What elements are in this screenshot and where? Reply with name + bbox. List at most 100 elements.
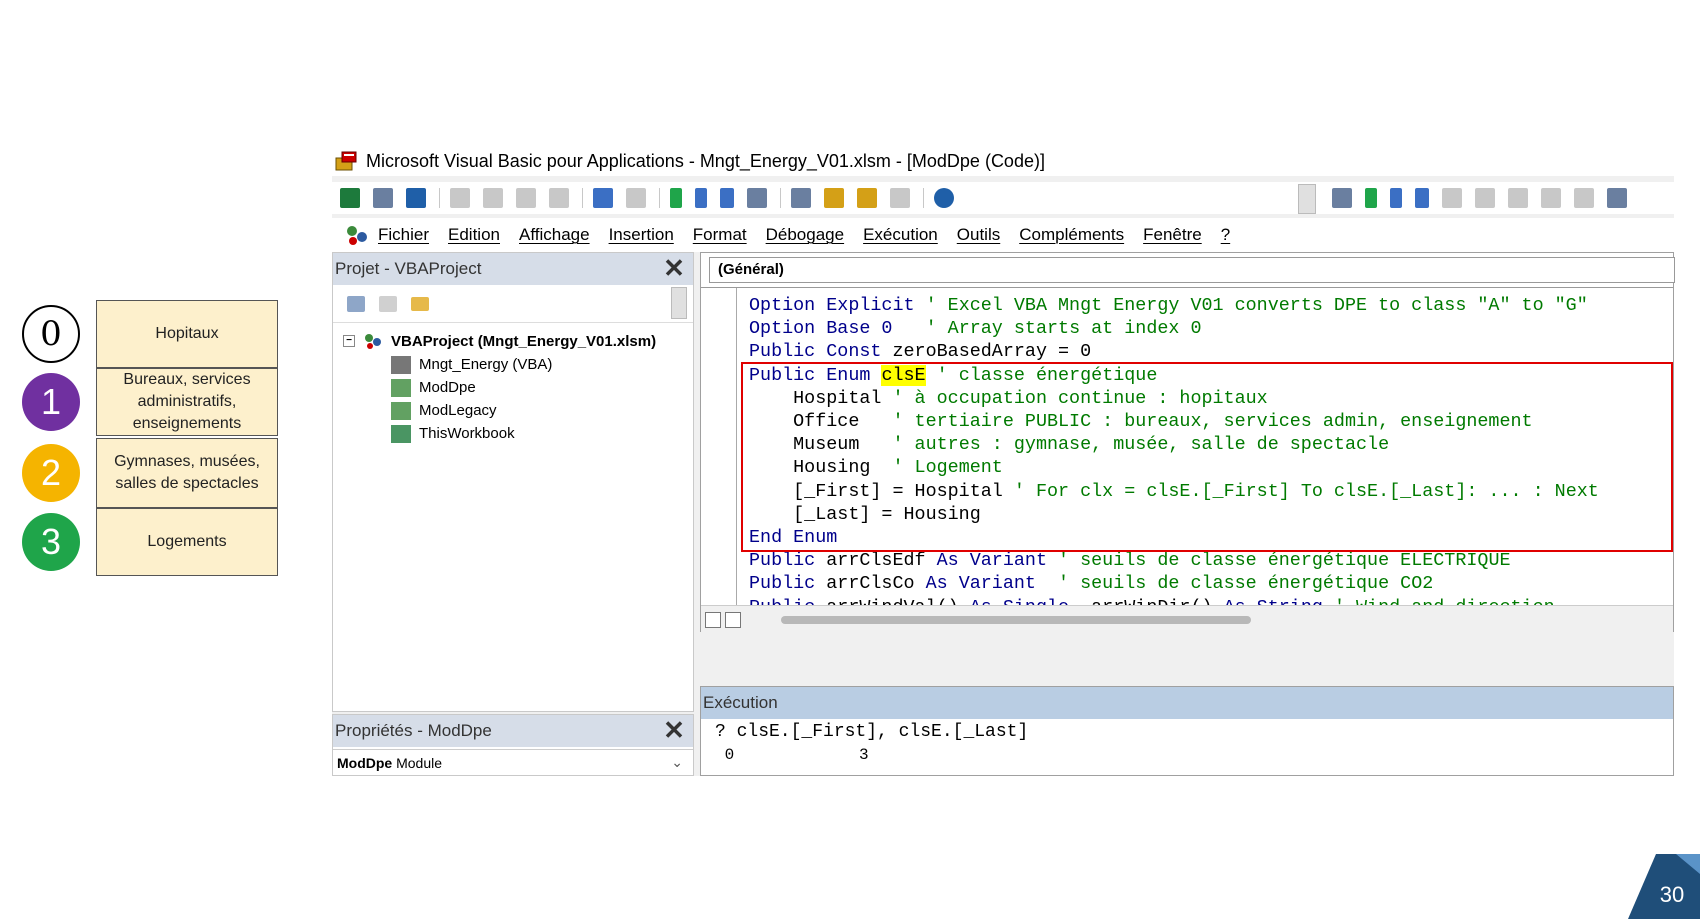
code-token: ' Excel VBA Mngt Energy V01 converts DPE… bbox=[914, 295, 1588, 316]
tree-item-label: Mngt_Energy (VBA) bbox=[419, 356, 553, 373]
step-out-icon[interactable] bbox=[1541, 188, 1561, 208]
menu-item-4[interactable]: Format bbox=[693, 225, 747, 245]
menu-item-1[interactable]: Edition bbox=[448, 225, 500, 245]
menu-item-5[interactable]: Débogage bbox=[766, 225, 844, 245]
vba-menu-icon[interactable] bbox=[344, 223, 370, 247]
run-icon-2[interactable] bbox=[1365, 188, 1377, 208]
menu-item-7[interactable]: Outils bbox=[957, 225, 1000, 245]
toolbox-icon[interactable] bbox=[890, 188, 910, 208]
vba-app-icon bbox=[335, 151, 357, 171]
design-mode-icon[interactable] bbox=[747, 188, 767, 208]
code-token: Public bbox=[749, 597, 815, 605]
code-token: As String bbox=[1224, 597, 1323, 605]
code-token: zeroBasedArray = 0 bbox=[881, 341, 1092, 363]
window-title: Microsoft Visual Basic pour Applications… bbox=[366, 150, 1045, 171]
tree-item-label: ThisWorkbook bbox=[419, 425, 515, 442]
paste-icon[interactable] bbox=[516, 188, 536, 208]
view-object-icon[interactable] bbox=[379, 295, 397, 312]
object-browser-icon[interactable] bbox=[857, 188, 877, 208]
code-line[interactable]: Option Explicit ' Excel VBA Mngt Energy … bbox=[749, 294, 1599, 317]
step-over-icon[interactable] bbox=[1508, 188, 1528, 208]
cut-icon[interactable] bbox=[450, 188, 470, 208]
menu-item-8[interactable]: Compléments bbox=[1019, 225, 1124, 245]
toggle-breakpoint-icon[interactable] bbox=[1442, 188, 1462, 208]
code-token: arrClsCo bbox=[815, 573, 926, 595]
run-icon[interactable] bbox=[670, 188, 682, 208]
menu-item-10[interactable]: ? bbox=[1221, 225, 1230, 245]
scrollbar-thumb[interactable] bbox=[781, 616, 1251, 624]
legend-number-0: 0 bbox=[22, 305, 80, 363]
code-line[interactable]: Option Base 0 ' Array starts at index 0 bbox=[749, 317, 1599, 340]
slide-number: 30 bbox=[1660, 882, 1684, 907]
copy-icon[interactable] bbox=[483, 188, 503, 208]
properties-title: Propriétés - ModDpe bbox=[335, 721, 492, 740]
code-line[interactable]: Public Const zeroBasedArray = 0 bbox=[749, 340, 1599, 363]
view-code-icon[interactable] bbox=[347, 295, 365, 312]
menu-item-6[interactable]: Exécution bbox=[863, 225, 938, 245]
horizontal-scrollbar[interactable] bbox=[701, 605, 1673, 633]
break-icon[interactable] bbox=[695, 188, 707, 208]
view-excel-icon[interactable] bbox=[340, 188, 360, 208]
object-type: Module bbox=[396, 754, 443, 771]
properties-window-icon[interactable] bbox=[824, 188, 844, 208]
code-line[interactable]: Public arrClsCo As Variant ' seuils de c… bbox=[749, 572, 1599, 595]
object-select[interactable]: ModDpe Module ⌄ bbox=[333, 749, 693, 775]
object-name: ModDpe bbox=[337, 754, 393, 771]
reset-icon[interactable] bbox=[720, 188, 734, 208]
code-editor[interactable]: Option Explicit ' Excel VBA Mngt Energy … bbox=[701, 287, 1673, 605]
module-icon bbox=[391, 378, 411, 397]
legend-label-0: Hopitaux bbox=[96, 300, 278, 368]
immediate-line-1: ? clsE.[_First], clsE.[_Last] bbox=[715, 722, 1029, 742]
insert-userform-icon[interactable] bbox=[373, 188, 393, 208]
locals-icon[interactable] bbox=[1574, 188, 1594, 208]
code-line[interactable]: Public arrWindVal() As Single, arrWinDir… bbox=[749, 596, 1599, 605]
toggle-folders-icon[interactable] bbox=[411, 296, 429, 311]
tree-item[interactable]: ModDpe bbox=[343, 376, 656, 399]
standard-toolbar bbox=[332, 182, 1674, 214]
project-explorer-header: Projet - VBAProject ✕ bbox=[333, 253, 693, 285]
menu-item-9[interactable]: Fenêtre bbox=[1143, 225, 1202, 245]
object-combo[interactable]: (Général) bbox=[709, 257, 1675, 283]
vba-editor-window: Microsoft Visual Basic pour Applications… bbox=[332, 146, 1675, 776]
code-token: Public Const bbox=[749, 341, 882, 363]
redo-icon[interactable] bbox=[626, 188, 646, 208]
margin-indicator-bar[interactable] bbox=[701, 288, 737, 605]
collapse-icon[interactable]: − bbox=[343, 335, 355, 347]
close-icon[interactable]: ✕ bbox=[661, 717, 687, 743]
help-icon[interactable] bbox=[934, 188, 954, 208]
code-token: Option Explicit bbox=[749, 295, 915, 316]
properties-window: Propriétés - ModDpe ✕ ModDpe Module ⌄ bbox=[332, 714, 694, 776]
immediate-text[interactable]: ? clsE.[_First], clsE.[_Last] 0 3 bbox=[715, 721, 1028, 767]
design-mode-icon-2[interactable] bbox=[1332, 188, 1352, 208]
tree-root[interactable]: − VBAProject (Mngt_Energy_V01.xlsm) bbox=[343, 329, 656, 353]
module-icon bbox=[391, 401, 411, 420]
close-icon[interactable]: ✕ bbox=[661, 255, 687, 281]
immediate-icon[interactable] bbox=[1607, 188, 1627, 208]
chevron-down-icon[interactable]: ⌄ bbox=[671, 754, 683, 771]
find-icon[interactable] bbox=[549, 188, 569, 208]
tree-item[interactable]: ModLegacy bbox=[343, 399, 656, 422]
tree-item[interactable]: ThisWorkbook bbox=[343, 422, 656, 445]
menu-item-0[interactable]: Fichier bbox=[378, 225, 429, 245]
reset-icon-2[interactable] bbox=[1415, 188, 1429, 208]
save-icon[interactable] bbox=[406, 188, 426, 208]
procedure-view-icon[interactable] bbox=[705, 612, 721, 628]
code-line[interactable]: Public arrClsEdf As Variant ' seuils de … bbox=[749, 549, 1599, 572]
menu-item-3[interactable]: Insertion bbox=[609, 225, 674, 245]
code-token: arrClsEdf bbox=[815, 550, 937, 572]
step-into-icon[interactable] bbox=[1475, 188, 1495, 208]
tree-item[interactable]: Mngt_Energy (VBA) bbox=[343, 353, 656, 376]
menu-item-2[interactable]: Affichage bbox=[519, 225, 590, 245]
code-token: ' Wind and direction bbox=[1323, 597, 1555, 605]
full-module-view-icon[interactable] bbox=[725, 612, 741, 628]
code-token: , arrWinDir() bbox=[1069, 597, 1224, 605]
undo-icon[interactable] bbox=[593, 188, 613, 208]
break-icon-2[interactable] bbox=[1390, 188, 1402, 208]
menu-bar: Fichier Edition Affichage Insertion Format Dé… bbox=[332, 218, 1674, 252]
code-token: Option Base 0 bbox=[749, 318, 893, 340]
project-explorer-icon[interactable] bbox=[791, 188, 811, 208]
toolbar-grip[interactable] bbox=[1298, 184, 1316, 214]
project-explorer: Projet - VBAProject ✕ − VBAProject (Mngt… bbox=[332, 252, 694, 712]
toolbar-grip[interactable] bbox=[671, 287, 687, 319]
properties-header: Propriétés - ModDpe ✕ bbox=[333, 715, 693, 747]
